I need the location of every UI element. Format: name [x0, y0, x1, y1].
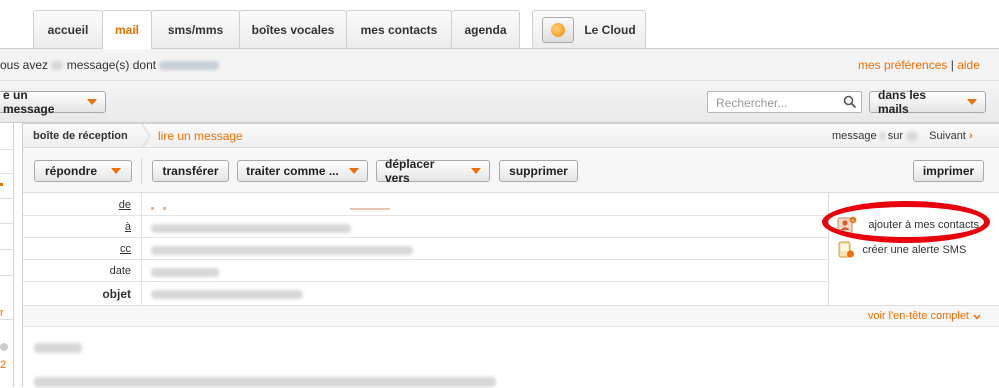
tab-label: sms/mms — [167, 22, 224, 37]
button-label: dans les mails — [878, 88, 927, 116]
subject-label: objet — [102, 287, 131, 301]
toolbar-divider — [141, 158, 142, 184]
forward-button[interactable]: transférer — [152, 160, 229, 182]
redacted-count — [51, 61, 64, 71]
tab-sms-mms[interactable]: sms/mms — [151, 10, 240, 48]
button-label: transférer — [162, 164, 219, 178]
tab-label: agenda — [464, 22, 507, 37]
tab-mail[interactable]: mail — [102, 10, 152, 49]
header-row-subject: objet — [23, 281, 828, 306]
message-body-line — [34, 340, 82, 354]
summary-prefix: ous avez — [0, 58, 49, 72]
tab-label: boîtes vocales — [251, 22, 335, 37]
full-header-bar: voir l'en-tête complet — [23, 305, 999, 327]
sidebar-count-fragment[interactable]: 2 — [0, 359, 6, 371]
header-row-cc: cc — [23, 237, 828, 260]
tab-voicemail[interactable]: boîtes vocales — [239, 10, 347, 48]
header-row-to: à — [23, 215, 828, 238]
pager-message-label: message — [832, 130, 877, 142]
sidebar-link-fragment[interactable]: r — [0, 307, 10, 319]
delete-button[interactable]: supprimer — [499, 160, 578, 182]
print-button[interactable]: imprimer — [913, 160, 984, 182]
from-label[interactable]: de — [23, 199, 131, 211]
cc-value — [151, 243, 413, 257]
chevron-down-icon[interactable] — [973, 314, 981, 320]
date-value — [151, 265, 219, 279]
folder-sidebar: r 2 — [0, 123, 14, 387]
search-icon[interactable] — [843, 95, 857, 109]
tab-accueil[interactable]: accueil — [33, 10, 103, 48]
tab-label: mes contacts — [360, 22, 438, 37]
to-value — [151, 221, 351, 235]
subject-value — [151, 287, 303, 301]
header-side-divider — [828, 193, 829, 305]
full-header-link[interactable]: voir l'en-tête complet — [868, 310, 969, 322]
message-pager: message sur Suivant › — [832, 130, 973, 142]
header-row-date: date — [23, 259, 828, 282]
help-link[interactable]: aide — [957, 58, 980, 72]
tab-agenda[interactable]: agenda — [451, 10, 520, 48]
cc-label[interactable]: cc — [23, 243, 131, 255]
next-arrow-icon[interactable]: › — [969, 130, 973, 142]
button-label: répondre — [44, 164, 97, 178]
tab-label: accueil — [47, 22, 89, 37]
preferences-link[interactable]: mes préférences — [858, 58, 947, 72]
caret-down-icon — [87, 99, 97, 105]
button-label: supprimer — [509, 164, 568, 178]
highlight-ellipse — [822, 201, 990, 243]
reply-button[interactable]: répondre — [34, 160, 132, 182]
redacted-total — [906, 131, 919, 141]
tab-label: mail — [114, 23, 139, 37]
sms-alert-label[interactable]: créer une alerte SMS — [862, 244, 966, 256]
redacted-count — [159, 61, 220, 71]
search-input[interactable]: Rechercher... — [707, 91, 862, 113]
caret-down-icon — [471, 168, 481, 174]
breadcrumb-current: lire un message — [158, 129, 243, 143]
next-message-link[interactable]: Suivant — [929, 130, 966, 142]
button-label: e un message — [3, 88, 55, 116]
date-label: date — [109, 265, 131, 277]
tab-cloud[interactable]: Le Cloud — [532, 10, 646, 48]
header-row-from: de — [23, 193, 828, 216]
write-message-button[interactable]: e un message — [0, 88, 106, 116]
search-scope-button[interactable]: dans les mails — [869, 88, 986, 116]
pager-of-label: sur — [887, 130, 904, 142]
top-links: mes préférences | aide — [858, 58, 980, 72]
tab-contacts[interactable]: mes contacts — [346, 10, 452, 48]
from-value — [151, 199, 390, 213]
button-label: déplacer vers — [385, 157, 435, 185]
search-placeholder: Rechercher... — [716, 96, 788, 110]
move-to-button[interactable]: déplacer vers — [376, 157, 490, 185]
sms-alert-icon — [838, 241, 854, 258]
breadcrumb: boîte de réception lire un message messa… — [23, 124, 999, 148]
summary-middle: message(s) dont — [66, 58, 157, 72]
to-label[interactable]: à — [23, 221, 131, 233]
cloud-icon — [542, 16, 575, 43]
button-label: imprimer — [922, 164, 975, 178]
link-separator: | — [950, 58, 954, 72]
unread-summary: ous avez message(s) dont — [0, 58, 220, 72]
message-body-line — [34, 374, 496, 388]
caret-down-icon — [348, 168, 359, 174]
caret-down-icon — [967, 99, 977, 105]
button-label: traiter comme ... — [246, 164, 339, 178]
redacted-index — [879, 131, 885, 141]
caret-down-icon — [111, 168, 121, 174]
breadcrumb-inbox[interactable]: boîte de réception — [33, 130, 128, 142]
treat-as-button[interactable]: traiter comme ... — [237, 160, 368, 182]
tab-label: Le Cloud — [584, 22, 636, 37]
sms-alert-action[interactable]: créer une alerte SMS — [837, 241, 966, 259]
breadcrumb-separator-icon — [141, 124, 151, 148]
